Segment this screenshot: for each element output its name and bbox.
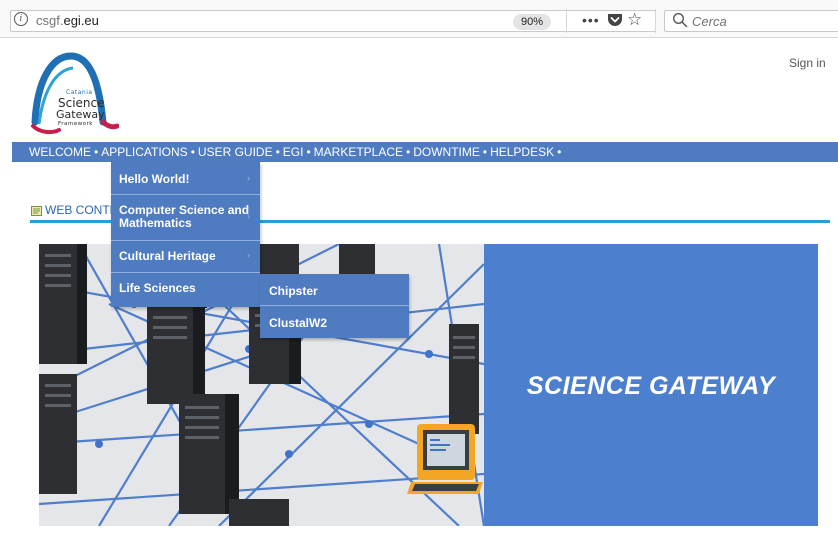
web-content-icon [31, 206, 42, 216]
nav-item-helpdesk[interactable]: HELPDESK [490, 145, 554, 159]
more-actions-icon[interactable]: ••• [582, 12, 600, 28]
url-text[interactable]: csgf.egi.eu [36, 13, 99, 28]
submenu-item-clustalw2[interactable]: ClustalW2 [260, 316, 409, 330]
logo-text-gateway: Gateway [56, 108, 105, 121]
nav-separator: • [275, 145, 280, 159]
toolbar-divider [566, 9, 567, 33]
menu-item-hello-world[interactable]: Hello World! [111, 173, 260, 186]
nav-separator: • [482, 145, 488, 159]
life-sciences-submenu: Chipster ClustalW2 [260, 274, 409, 338]
submenu-item-chipster[interactable]: Chipster [260, 284, 409, 298]
nav-item-downtime[interactable]: DOWNTIME [413, 145, 480, 159]
url-host-main: egi.eu [63, 13, 99, 28]
nav-separator: • [190, 145, 195, 159]
toolbar-divider [655, 9, 656, 33]
menu-divider [111, 194, 260, 195]
bookmark-star-icon[interactable]: ☆ [627, 10, 642, 30]
nav-item-welcome[interactable]: WELCOME [29, 145, 91, 159]
nav-separator: • [306, 145, 311, 159]
nav-separator: • [406, 145, 411, 159]
url-host-prefix: csgf. [36, 13, 64, 28]
banner-title: SCIENCE GATEWAY [526, 372, 776, 400]
chevron-right-icon: › [247, 173, 250, 183]
chevron-right-icon: › [247, 250, 250, 260]
search-input[interactable] [692, 12, 812, 30]
menu-divider [111, 272, 260, 273]
pocket-icon[interactable] [607, 13, 623, 27]
nav-item-marketplace[interactable]: MARKETPLACE [314, 145, 403, 159]
menu-item-computer-science[interactable]: Computer Science and Mathematics [111, 204, 251, 230]
applications-dropdown-menu: Hello World! › Computer Science and Math… [111, 162, 260, 307]
nav-item-egi[interactable]: EGI [283, 145, 304, 159]
zoom-level-badge[interactable]: 90% [513, 14, 551, 30]
info-icon[interactable]: i [14, 12, 28, 26]
chevron-right-icon: › [247, 211, 250, 221]
address-bar[interactable] [10, 10, 656, 32]
nav-separator: • [557, 145, 562, 159]
sign-in-link[interactable]: Sign in [789, 56, 826, 70]
logo-text-framework: Framework [58, 121, 93, 127]
main-nav: WELCOME • APPLICATIONS • USER GUIDE • EGI • MARK… [29, 145, 564, 159]
logo-text-catania: Catania [66, 89, 93, 96]
menu-item-life-sciences[interactable]: Life Sciences [111, 282, 260, 295]
menu-item-cultural-heritage[interactable]: Cultural Heritage [111, 250, 260, 263]
nav-item-applications[interactable]: APPLICATIONS [101, 145, 187, 159]
banner-title-panel: SCIENCE GATEWAY [484, 244, 818, 526]
nav-item-user-guide[interactable]: USER GUIDE [198, 145, 273, 159]
menu-divider [260, 305, 409, 306]
search-icon [672, 12, 688, 28]
menu-divider [111, 240, 260, 241]
nav-separator: • [94, 145, 99, 159]
